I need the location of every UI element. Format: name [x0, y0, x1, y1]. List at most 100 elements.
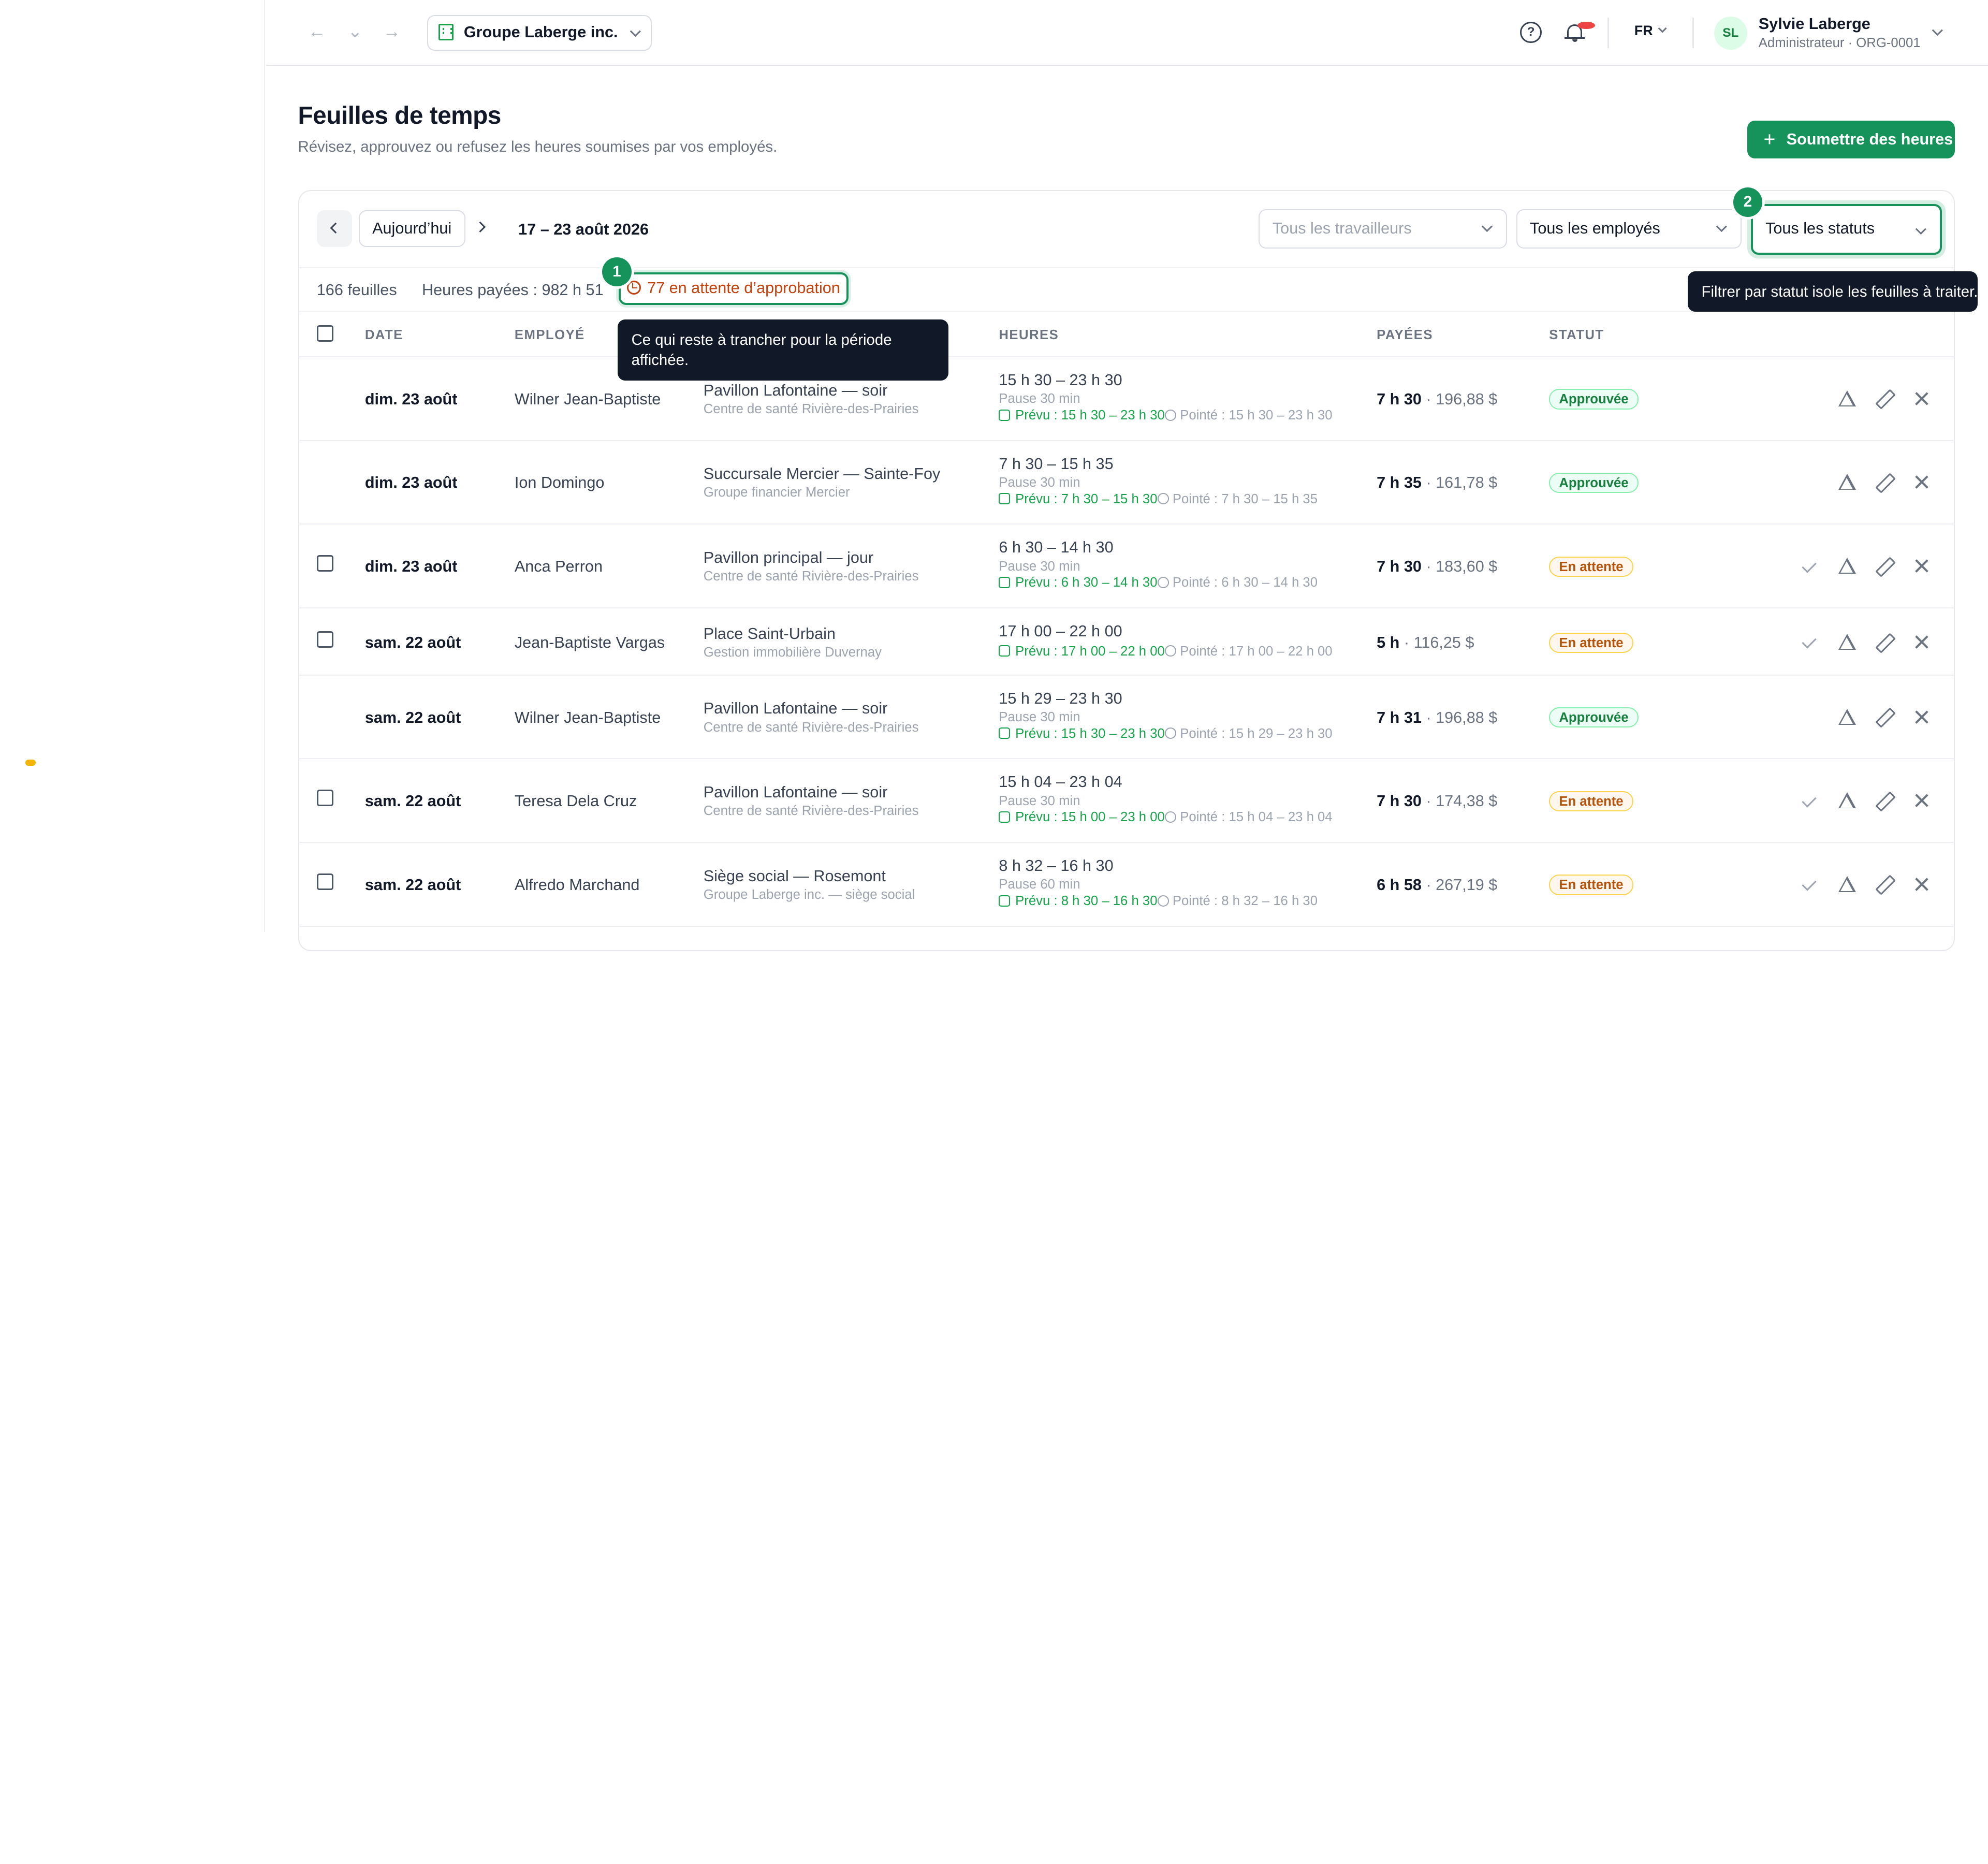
- history-chevron-down-icon[interactable]: ⌄: [344, 20, 367, 43]
- row-pause: Pause 30 min: [999, 559, 1080, 574]
- row-checkbox[interactable]: [316, 631, 333, 648]
- approve-icon[interactable]: [1802, 876, 1819, 894]
- topbar: ← ⌄ → Groupe Laberge inc. ? FR SL Sylvie…: [266, 0, 1988, 66]
- row-punched: Pointé : 15 h 29 – 23 h 30: [1180, 726, 1333, 741]
- report-issue-icon[interactable]: [1838, 474, 1856, 491]
- column-date[interactable]: DATE: [365, 328, 403, 343]
- row-punched: Pointé : 15 h 30 – 23 h 30: [1180, 408, 1333, 423]
- today-button[interactable]: Aujourd’hui: [358, 210, 465, 247]
- table-row[interactable]: dim. 23 août Wilner Jean-Baptiste Pavill…: [299, 357, 1954, 441]
- back-arrow-icon[interactable]: ←: [305, 20, 328, 43]
- column-paid[interactable]: PAYÉES: [1377, 328, 1433, 343]
- row-punched: Pointé : 8 h 32 – 16 h 30: [1172, 894, 1318, 909]
- table-row[interactable]: sam. 22 août Wilner Jean-Baptiste Pavill…: [299, 676, 1954, 760]
- row-checkbox[interactable]: [316, 873, 333, 890]
- reject-icon[interactable]: [1913, 474, 1931, 491]
- reject-icon[interactable]: [1913, 876, 1931, 894]
- table-row[interactable]: dim. 23 août Ion Domingo Succursale Merc…: [299, 441, 1954, 525]
- row-site: Pavillon Lafontaine — soir: [703, 381, 888, 399]
- edit-icon[interactable]: [1875, 792, 1893, 810]
- chevron-left-icon: [330, 222, 341, 234]
- reject-icon[interactable]: [1913, 558, 1931, 575]
- edit-icon[interactable]: [1875, 558, 1893, 575]
- report-issue-icon[interactable]: [1838, 876, 1856, 894]
- workers-filter[interactable]: Tous les travailleurs: [1259, 209, 1508, 249]
- report-issue-icon[interactable]: [1838, 634, 1856, 651]
- row-employee: Ion Domingo: [514, 474, 605, 492]
- previous-period-button[interactable]: [316, 210, 353, 247]
- row-hours: 8 h 32 – 16 h 30: [999, 857, 1114, 875]
- user-menu-chevron-icon[interactable]: [1932, 25, 1943, 36]
- table-row[interactable]: sam. 22 août Alfredo Marchand Siège soci…: [299, 843, 1954, 927]
- calendar-icon: [999, 645, 1011, 657]
- submit-hours-label: Soumettre des heures: [1786, 130, 1953, 148]
- row-checkbox[interactable]: [316, 790, 333, 807]
- row-date: sam. 22 août: [364, 876, 461, 894]
- approve-icon[interactable]: [1802, 634, 1819, 651]
- row-punched: Pointé : 6 h 30 – 14 h 30: [1172, 575, 1318, 590]
- edit-icon[interactable]: [1875, 474, 1893, 491]
- help-icon[interactable]: ?: [1520, 21, 1542, 43]
- row-hours: 7 h 30 – 15 h 35: [999, 455, 1114, 473]
- chevron-down-icon: [1716, 221, 1728, 232]
- reject-icon[interactable]: [1913, 709, 1931, 726]
- edit-icon[interactable]: [1875, 876, 1893, 894]
- table-row[interactable]: dim. 23 août Anca Perron Pavillon princi…: [299, 525, 1954, 609]
- row-hours: 15 h 04 – 23 h 04: [999, 773, 1122, 791]
- table-row[interactable]: sam. 22 août Jean-Baptiste Vargas Place …: [299, 608, 1954, 676]
- table-row[interactable]: sam. 22 août Teresa Dela Cruz Pavillon L…: [299, 759, 1954, 843]
- reject-icon[interactable]: [1913, 634, 1931, 651]
- status-filter-value: Tous les statuts: [1765, 219, 1875, 237]
- status-filter[interactable]: Tous les statuts: [1750, 203, 1942, 255]
- approve-icon[interactable]: [1802, 792, 1819, 810]
- edit-icon[interactable]: [1875, 709, 1893, 726]
- column-employee[interactable]: EMPLOYÉ: [515, 328, 585, 343]
- language-selector[interactable]: FR: [1634, 23, 1667, 39]
- report-issue-icon[interactable]: [1838, 558, 1856, 575]
- timesheet-count: 166 feuilles: [316, 281, 397, 299]
- page-title: Feuilles de temps: [298, 101, 502, 129]
- row-employee: Wilner Jean-Baptiste: [514, 390, 661, 408]
- employees-filter[interactable]: Tous les employés: [1516, 209, 1742, 249]
- row-punched: Pointé : 7 h 30 – 15 h 35: [1172, 491, 1318, 506]
- row-schedule: Prévu : 6 h 30 – 14 h 30 Pointé : 6 h 30 …: [999, 575, 1318, 590]
- reject-icon[interactable]: [1913, 792, 1931, 810]
- next-period-chevron-icon[interactable]: [475, 221, 486, 232]
- pending-approval-filter[interactable]: 77 en attente d’approbation: [618, 272, 849, 305]
- row-employee: Jean-Baptiste Vargas: [514, 634, 665, 652]
- report-issue-icon[interactable]: [1838, 792, 1856, 810]
- clock-icon: [1164, 645, 1176, 657]
- chevron-down-icon: [1658, 23, 1667, 33]
- row-paid: 6 h 58 · 267,19 $: [1377, 876, 1498, 894]
- row-checkbox[interactable]: [316, 555, 333, 572]
- row-paid: 7 h 31 · 196,88 $: [1377, 708, 1498, 726]
- row-punched: Pointé : 17 h 00 – 22 h 00: [1180, 644, 1333, 659]
- row-paid: 7 h 30 · 174,38 $: [1377, 792, 1498, 810]
- edit-icon[interactable]: [1875, 634, 1893, 651]
- notifications-bell-icon[interactable]: [1565, 20, 1595, 43]
- report-issue-icon[interactable]: [1838, 708, 1856, 726]
- forward-arrow-icon[interactable]: →: [381, 20, 403, 43]
- chevron-down-icon: [630, 26, 641, 37]
- row-schedule: Prévu : 15 h 30 – 23 h 30 Pointé : 15 h 3…: [999, 408, 1333, 423]
- submit-hours-button[interactable]: + Soumettre des heures: [1747, 120, 1955, 159]
- clock-icon: [1157, 493, 1169, 505]
- column-hours[interactable]: HEURES: [999, 328, 1059, 343]
- approve-icon[interactable]: [1802, 558, 1819, 575]
- edit-icon[interactable]: [1875, 390, 1893, 408]
- user-role: Administrateur · ORG-0001: [1758, 35, 1921, 50]
- building-icon: [438, 24, 454, 40]
- row-date: sam. 22 août: [364, 708, 461, 726]
- row-date: dim. 23 août: [364, 474, 458, 492]
- column-status[interactable]: STATUT: [1549, 328, 1604, 343]
- user-name[interactable]: Sylvie Laberge: [1759, 15, 1870, 33]
- report-issue-icon[interactable]: [1838, 390, 1856, 408]
- chevron-down-icon: [1916, 223, 1927, 235]
- chevron-down-icon: [1482, 221, 1493, 232]
- organization-switcher[interactable]: Groupe Laberge inc.: [427, 15, 652, 51]
- avatar[interactable]: SL: [1714, 16, 1747, 50]
- period-label: 17 – 23 août 2026: [518, 220, 649, 238]
- reject-icon[interactable]: [1913, 390, 1931, 408]
- row-pause: Pause 30 min: [999, 793, 1080, 808]
- select-all-checkbox[interactable]: [316, 325, 333, 342]
